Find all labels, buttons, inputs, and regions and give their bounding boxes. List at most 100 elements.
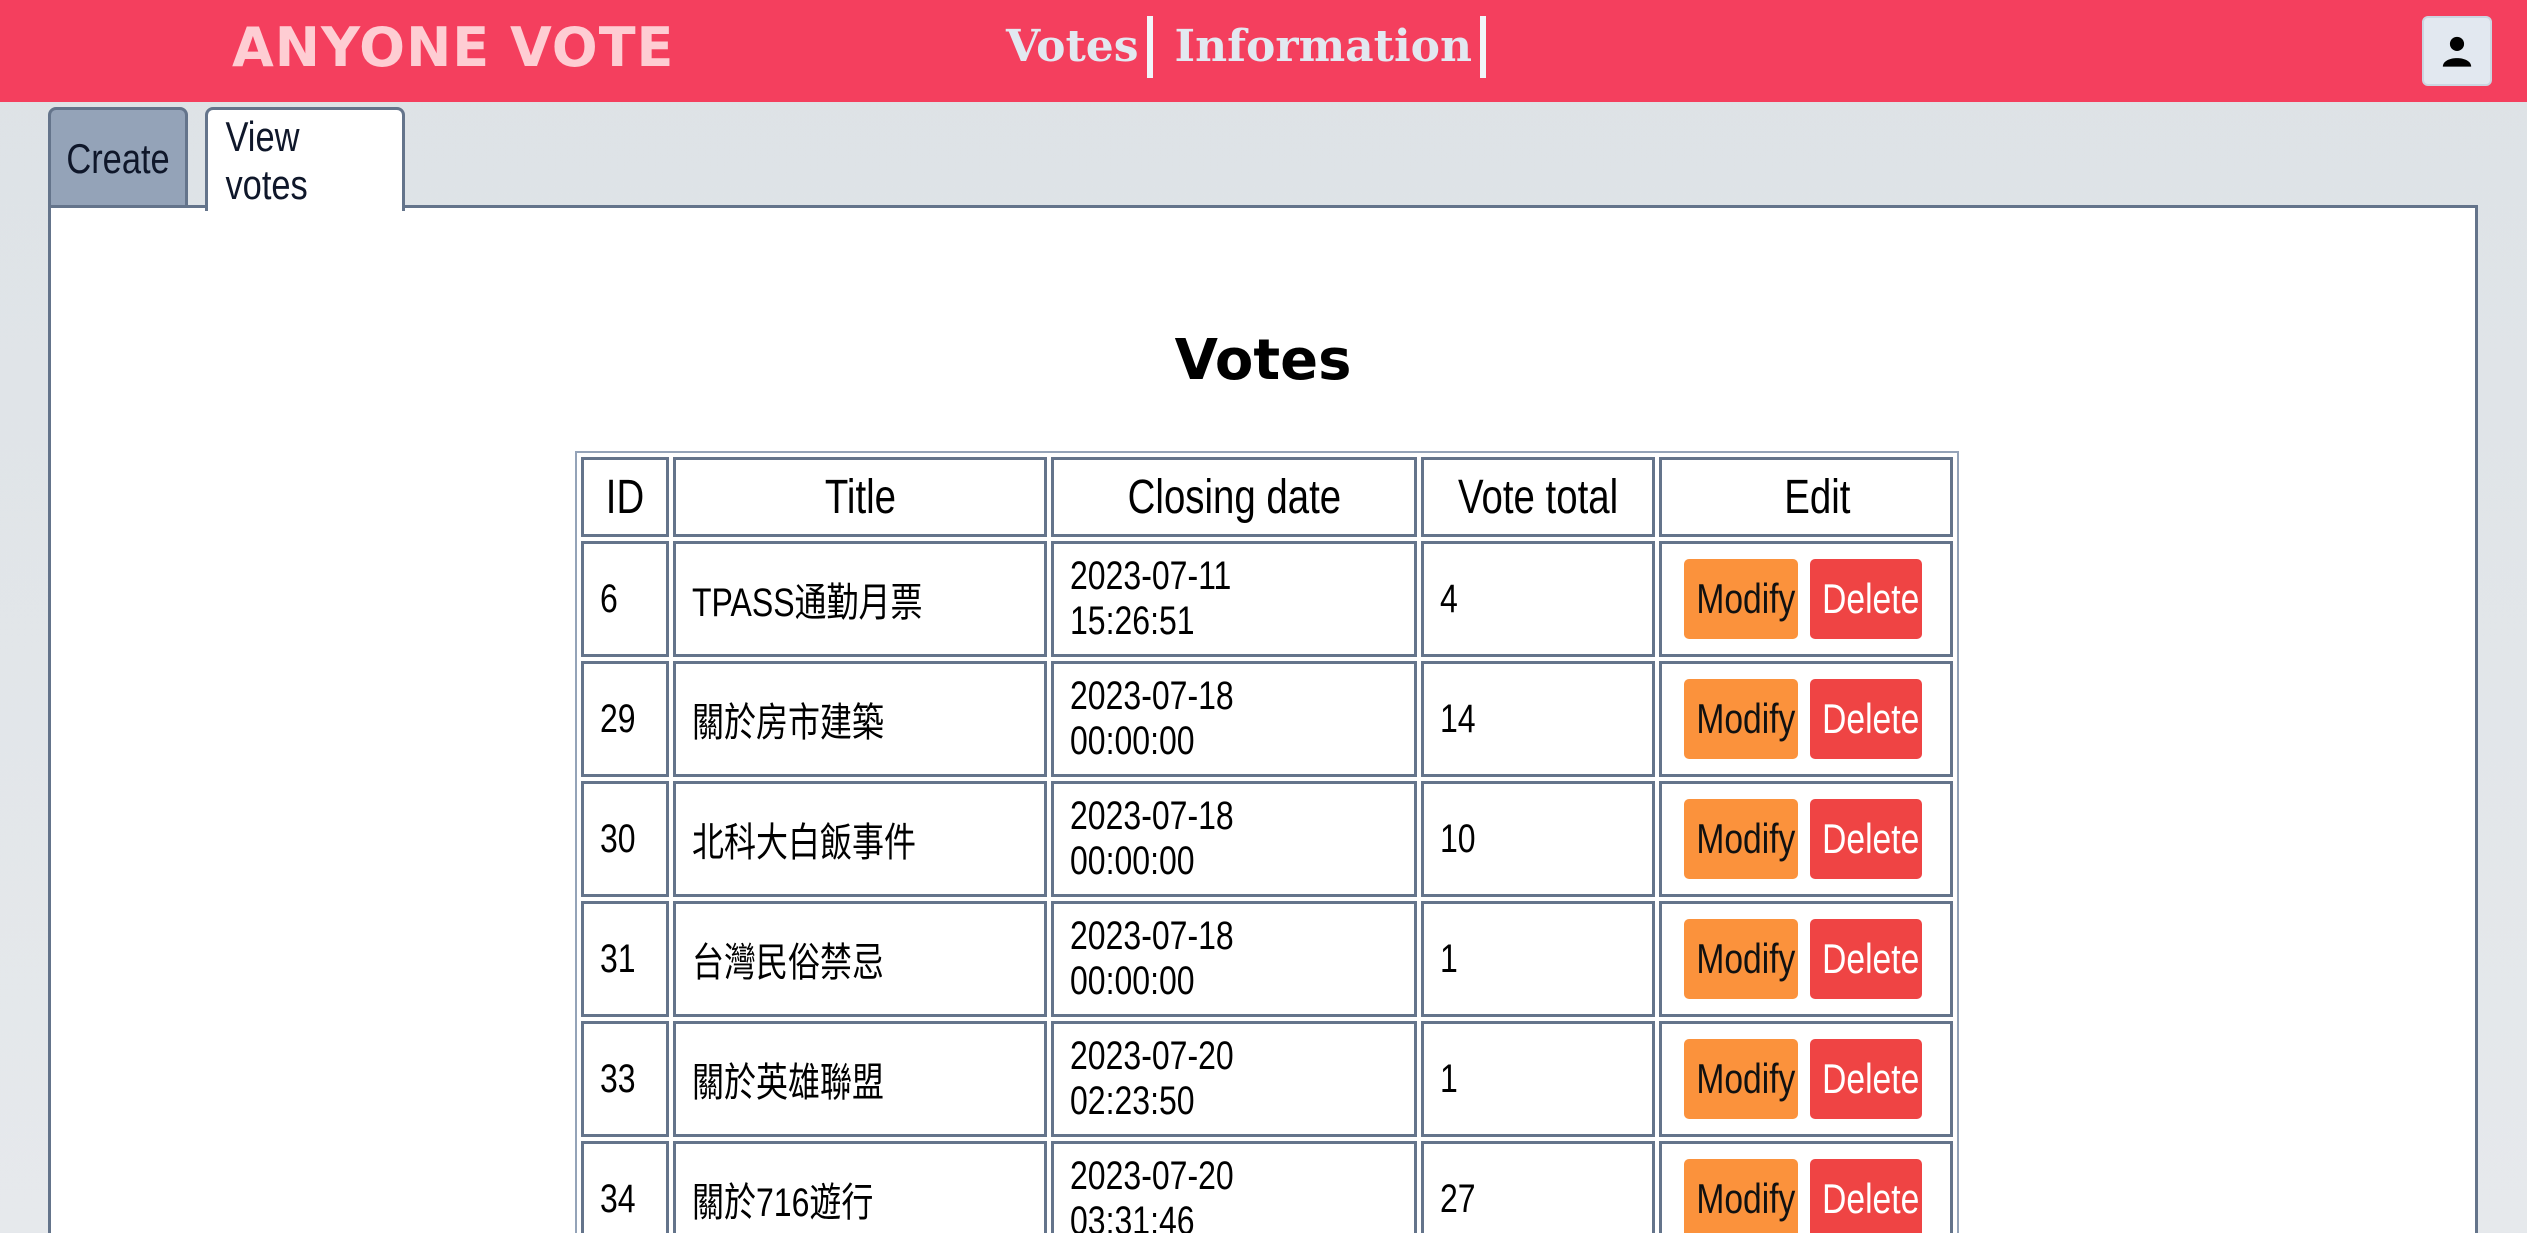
cell-vote-total: 14: [1421, 661, 1655, 777]
table-row: 29 關於房市建築 2023-07-18 00:00:00 14 Modify Delet…: [581, 661, 1953, 777]
cell-title-text: 關於房市建築: [692, 701, 884, 745]
cell-title-text: 關於716遊行: [692, 1181, 874, 1225]
cell-edit: Modify Delete: [1659, 1021, 1953, 1137]
modify-button-label: Modify: [1696, 815, 1796, 862]
cell-id: 31: [581, 901, 669, 1017]
cell-title-text: TPASS通勤月票: [692, 581, 923, 625]
user-icon: [2442, 36, 2472, 67]
table-header-row: ID Title Closing date Vote total Edit: [581, 457, 1953, 537]
cell-closing-date: 2023-07-18 00:00:00: [1051, 901, 1417, 1017]
modify-button-label: Modify: [1696, 935, 1796, 982]
delete-button-label: Delete: [1822, 935, 1920, 982]
column-header-title: Title: [673, 457, 1047, 537]
delete-button[interactable]: Delete: [1810, 1039, 1922, 1119]
brand-logo[interactable]: ANYONE VOTE: [232, 16, 674, 79]
cell-vote-total: 10: [1421, 781, 1655, 897]
cell-vote-total-text: 1: [1440, 936, 1458, 981]
delete-button[interactable]: Delete: [1810, 1159, 1922, 1233]
cell-id: 29: [581, 661, 669, 777]
cell-closing-date-text: 2023-07-11 15:26:51: [1070, 554, 1232, 643]
cell-closing-date: 2023-07-18 00:00:00: [1051, 661, 1417, 777]
cell-id: 33: [581, 1021, 669, 1137]
cell-id: 6: [581, 541, 669, 657]
modify-button[interactable]: Modify: [1684, 1039, 1798, 1119]
modify-button[interactable]: Modify: [1684, 1159, 1798, 1233]
table-row: 31 台灣民俗禁忌 2023-07-18 00:00:00 1 Modify Delete: [581, 901, 1953, 1017]
cell-title: TPASS通勤月票: [673, 541, 1047, 657]
cell-vote-total-text: 27: [1440, 1176, 1476, 1221]
column-header-edit: Edit: [1659, 457, 1953, 537]
cell-vote-total: 4: [1421, 541, 1655, 657]
page-title: Votes: [1174, 328, 1352, 393]
cell-title: 台灣民俗禁忌: [673, 901, 1047, 1017]
cell-title: 北科大白飯事件: [673, 781, 1047, 897]
cell-id-text: 6: [600, 576, 618, 621]
delete-button-label: Delete: [1822, 815, 1920, 862]
cell-closing-date: 2023-07-11 15:26:51: [1051, 541, 1417, 657]
modify-button[interactable]: Modify: [1684, 919, 1798, 999]
cell-closing-date-text: 2023-07-20 02:23:50: [1070, 1034, 1234, 1123]
cell-id: 34: [581, 1141, 669, 1233]
tab-view-votes[interactable]: View votes: [205, 107, 405, 211]
tab-create[interactable]: Create: [48, 107, 188, 207]
table-row: 34 關於716遊行 2023-07-20 03:31:46 27 Modify Dele…: [581, 1141, 1953, 1233]
cell-vote-total-text: 1: [1440, 1056, 1458, 1101]
table-row: 30 北科大白飯事件 2023-07-18 00:00:00 10 Modify Dele…: [581, 781, 1953, 897]
nav-votes[interactable]: Votes: [1006, 16, 1153, 78]
cell-edit: Modify Delete: [1659, 781, 1953, 897]
cell-title: 關於房市建築: [673, 661, 1047, 777]
cell-vote-total: 1: [1421, 1021, 1655, 1137]
user-menu-button[interactable]: [2422, 16, 2492, 86]
cell-edit: Modify Delete: [1659, 661, 1953, 777]
tab-view-votes-label: View votes: [225, 112, 308, 208]
modify-button[interactable]: Modify: [1684, 799, 1798, 879]
column-header-vote-total: Vote total: [1421, 457, 1655, 537]
cell-vote-total: 27: [1421, 1141, 1655, 1233]
column-header-id: ID: [581, 457, 669, 537]
delete-button-label: Delete: [1822, 575, 1920, 622]
cell-title-text: 關於英雄聯盟: [692, 1061, 884, 1105]
column-header-label: Edit: [1783, 470, 1851, 524]
delete-button[interactable]: Delete: [1810, 559, 1922, 639]
cell-closing-date: 2023-07-20 02:23:50: [1051, 1021, 1417, 1137]
cell-edit: Modify Delete: [1659, 541, 1953, 657]
modify-button-label: Modify: [1696, 1055, 1796, 1102]
cell-title: 關於716遊行: [673, 1141, 1047, 1233]
column-header-label: Title: [824, 470, 896, 524]
column-header-label: Closing date: [1127, 470, 1341, 524]
cell-id: 30: [581, 781, 669, 897]
cell-closing-date-text: 2023-07-20 03:31:46: [1070, 1154, 1234, 1233]
column-header-closing-date: Closing date: [1051, 457, 1417, 537]
delete-button-label: Delete: [1822, 1055, 1920, 1102]
delete-button[interactable]: Delete: [1810, 799, 1922, 879]
cell-edit: Modify Delete: [1659, 1141, 1953, 1233]
delete-button[interactable]: Delete: [1810, 919, 1922, 999]
cell-vote-total-text: 4: [1440, 576, 1458, 621]
cell-closing-date: 2023-07-20 03:31:46: [1051, 1141, 1417, 1233]
table-row: 6 TPASS通勤月票 2023-07-11 15:26:51 4 Modify Dele…: [581, 541, 1953, 657]
cell-vote-total-text: 10: [1440, 816, 1476, 861]
modify-button-label: Modify: [1696, 1175, 1796, 1222]
modify-button-label: Modify: [1696, 695, 1796, 742]
cell-closing-date-text: 2023-07-18 00:00:00: [1070, 914, 1234, 1003]
nav-information[interactable]: Information: [1175, 16, 1487, 78]
cell-closing-date: 2023-07-18 00:00:00: [1051, 781, 1417, 897]
modify-button[interactable]: Modify: [1684, 559, 1798, 639]
cell-vote-total-text: 14: [1440, 696, 1476, 741]
column-header-label: ID: [605, 470, 645, 524]
table-row: 33 關於英雄聯盟 2023-07-20 02:23:50 1 Modify Delete: [581, 1021, 1953, 1137]
votes-panel: Votes ID Title Closing date Vote total E…: [48, 205, 2478, 1233]
cell-id-text: 30: [600, 816, 636, 861]
cell-id-text: 31: [600, 936, 636, 981]
cell-title: 關於英雄聯盟: [673, 1021, 1047, 1137]
cell-id-text: 33: [600, 1056, 636, 1101]
delete-button[interactable]: Delete: [1810, 679, 1922, 759]
cell-id-text: 29: [600, 696, 636, 741]
modify-button[interactable]: Modify: [1684, 679, 1798, 759]
delete-button-label: Delete: [1822, 695, 1920, 742]
cell-closing-date-text: 2023-07-18 00:00:00: [1070, 794, 1234, 883]
column-header-label: Vote total: [1457, 470, 1619, 524]
delete-button-label: Delete: [1822, 1175, 1920, 1222]
cell-id-text: 34: [600, 1176, 636, 1221]
votes-table: ID Title Closing date Vote total Edit 6 T…: [575, 451, 1959, 1233]
